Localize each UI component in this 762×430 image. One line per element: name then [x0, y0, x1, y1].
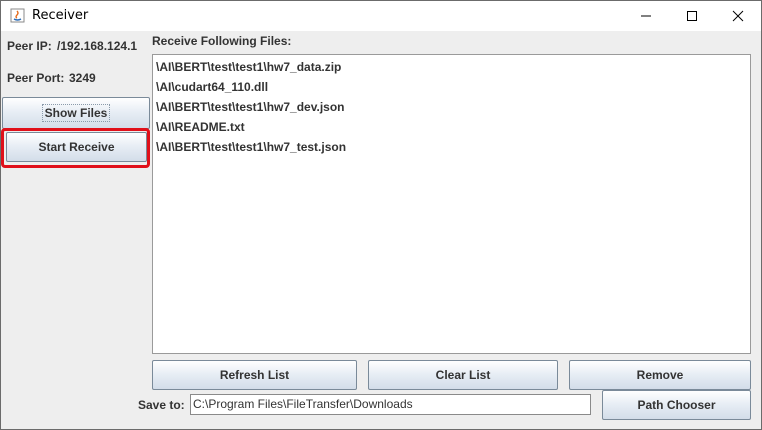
receiver-window: Receiver Peer IP: /192.168.124.1 Peer Po… [0, 0, 762, 430]
peer-ip-label: Peer IP: [7, 39, 52, 53]
close-icon [732, 10, 744, 22]
window-title: Receiver [32, 8, 89, 23]
close-button[interactable] [715, 1, 761, 31]
save-to-label: Save to: [138, 398, 185, 412]
list-item[interactable]: \AI\README.txt [153, 117, 750, 137]
show-files-button[interactable]: Show Files [2, 97, 150, 129]
list-item[interactable]: \AI\cudart64_110.dll [153, 77, 750, 97]
start-receive-button[interactable]: Start Receive [6, 132, 147, 162]
minimize-button[interactable] [623, 1, 669, 31]
maximize-button[interactable] [669, 1, 715, 31]
peer-port-label: Peer Port: [7, 71, 65, 85]
list-item[interactable]: \AI\BERT\test\test1\hw7_test.json [153, 137, 750, 157]
list-item[interactable]: \AI\BERT\test\test1\hw7_dev.json [153, 97, 750, 117]
path-chooser-button[interactable]: Path Chooser [602, 390, 751, 420]
peer-port-value: 3249 [69, 71, 96, 85]
remove-button[interactable]: Remove [569, 360, 751, 390]
refresh-list-button[interactable]: Refresh List [152, 360, 357, 390]
file-list[interactable]: \AI\BERT\test\test1\hw7_data.zip \AI\cud… [152, 54, 751, 354]
clear-list-button[interactable]: Clear List [368, 360, 558, 390]
files-heading: Receive Following Files: [152, 34, 292, 48]
peer-ip-value: /192.168.124.1 [57, 39, 138, 53]
maximize-icon [687, 11, 697, 21]
show-files-label: Show Files [41, 104, 111, 122]
title-bar[interactable]: Receiver [1, 1, 761, 31]
minimize-icon [641, 15, 651, 17]
java-app-icon [10, 8, 25, 23]
list-item[interactable]: \AI\BERT\test\test1\hw7_data.zip [153, 57, 750, 77]
save-path-input[interactable]: C:\Program Files\FileTransfer\Downloads [190, 394, 591, 415]
